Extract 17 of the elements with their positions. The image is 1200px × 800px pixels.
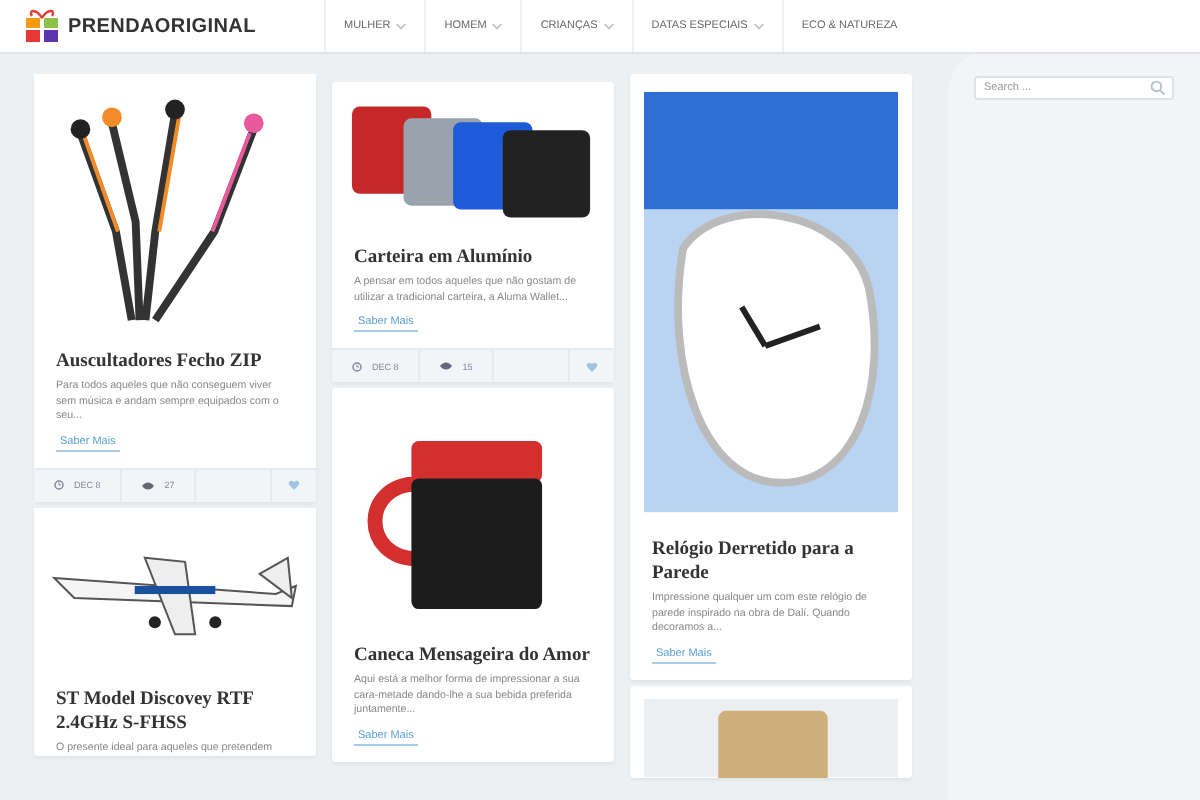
search-icon — [1150, 80, 1166, 96]
product-title[interactable]: Relógio Derretido para a Parede — [630, 518, 912, 586]
site-logo[interactable]: PRENDAORIGINAL — [68, 15, 256, 37]
eye-icon — [440, 362, 453, 370]
clock-icon — [54, 480, 64, 490]
heart-icon — [586, 361, 598, 371]
product-title[interactable]: Auscultadores Fecho ZIP — [34, 330, 316, 374]
gift-icon — [24, 8, 60, 44]
airplane-photo[interactable] — [34, 507, 316, 667]
product-title[interactable]: Carteira em Alumínio — [332, 226, 614, 270]
heart-icon — [288, 480, 300, 490]
earphones-photo[interactable] — [34, 74, 316, 330]
product-title[interactable]: Caneca Mensageira do Amor — [332, 624, 614, 668]
eye-icon — [142, 481, 155, 489]
clock-photo[interactable] — [644, 86, 898, 518]
product-title[interactable]: ST Model Discovey RTF 2.4GHz S-FHSS — [34, 667, 316, 735]
clock-icon — [352, 361, 362, 371]
